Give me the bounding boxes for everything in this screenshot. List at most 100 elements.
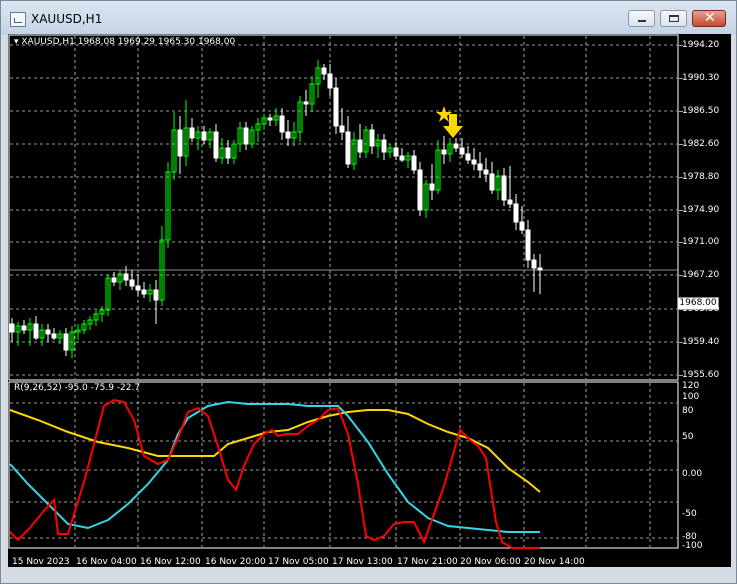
- indicator-axis-label: 0.00: [682, 469, 703, 479]
- time-axis-label: 17 Nov 13:00: [332, 557, 393, 567]
- time-axis-label: 20 Nov 06:00: [460, 557, 521, 567]
- candle-body-43: [267, 117, 273, 121]
- candle-body-52: [321, 67, 327, 75]
- indicator-panel-border: [8, 381, 679, 549]
- time-axis-label: 16 Nov 04:00: [76, 557, 137, 567]
- candle-body-32: [201, 131, 207, 141]
- candle-body-36: [225, 147, 231, 159]
- candle-body-6: [45, 329, 51, 335]
- price-axis-tick: [679, 177, 683, 178]
- main-panel-border: [8, 34, 679, 381]
- price-axis-label: 1967.20: [682, 270, 720, 280]
- time-axis-label: 16 Nov 20:00: [205, 557, 266, 567]
- price-axis-label: 1974.90: [682, 205, 720, 215]
- price-axis-label: 1982.60: [682, 139, 720, 149]
- candle-body-62: [381, 139, 387, 153]
- candle-body-54: [333, 87, 339, 127]
- price-axis-label: 1971.00: [682, 237, 720, 247]
- price-axis-label: 1990.30: [682, 73, 720, 83]
- price-axis-tick: [679, 242, 683, 243]
- candle-body-86: [525, 229, 531, 261]
- red-line: [9, 398, 540, 549]
- candle-body-45: [279, 115, 285, 133]
- close-button[interactable]: ✕: [692, 10, 726, 27]
- candle-body-74: [453, 143, 459, 149]
- candle-body-39: [243, 127, 249, 145]
- minimize-button[interactable]: [628, 10, 655, 27]
- price-axis-label: 1959.40: [682, 337, 720, 347]
- candle-body-60: [369, 129, 375, 147]
- candle-body-75: [459, 147, 465, 155]
- time-axis-label: 20 Nov 14:00: [524, 557, 585, 567]
- price-axis-tick: [679, 210, 683, 211]
- candle-body-46: [285, 131, 291, 139]
- candle-body-83: [507, 199, 513, 205]
- price-scale[interactable]: 1968.00 1994.20 1990.30 1986.50 1982.60 1978…: [677, 34, 731, 567]
- candle-body-67: [411, 155, 417, 171]
- candle-body-72: [441, 149, 447, 155]
- close-icon: ✕: [704, 10, 716, 26]
- price-axis-tick: [679, 309, 683, 310]
- candle-body-34: [213, 131, 219, 159]
- price-axis-tick: [679, 144, 683, 145]
- price-axis-label: 1986.50: [682, 106, 720, 116]
- price-axis-tick: [679, 78, 683, 79]
- candle-body-84: [513, 203, 519, 223]
- price-axis-tick: [679, 45, 683, 46]
- indicator-axis-label: 100: [682, 392, 700, 402]
- candle-body-70: [429, 183, 435, 191]
- indicator-axis-label: -50: [682, 509, 697, 519]
- candle-body-7: [51, 333, 57, 339]
- time-axis-label: 16 Nov 12:00: [140, 557, 201, 567]
- chart-graphics: [8, 34, 679, 549]
- candle-body-80: [489, 173, 495, 191]
- time-axis-label: 17 Nov 05:00: [268, 557, 329, 567]
- time-axis-label: 15 Nov 2023: [12, 557, 70, 567]
- candle-body-55: [339, 125, 345, 133]
- candle-body-77: [471, 159, 477, 165]
- maximize-icon: [669, 15, 679, 22]
- candle-body-17: [111, 277, 117, 283]
- candle-body-49: [303, 101, 309, 105]
- candle-body-76: [465, 153, 471, 161]
- chart-window-icon: [10, 12, 26, 27]
- candle-body-88: [537, 267, 543, 271]
- candle-body-56: [345, 131, 351, 165]
- indicator-axis-label: 80: [682, 406, 694, 416]
- candle-body-0: [9, 323, 15, 333]
- candle-body-24: [153, 289, 159, 301]
- candle-body-9: [63, 333, 69, 351]
- candle-body-85: [519, 221, 525, 231]
- candle-body-30: [189, 127, 195, 139]
- price-axis-tick: [679, 111, 683, 112]
- candle-body-20: [129, 279, 135, 287]
- candle-body-82: [501, 175, 507, 201]
- indicator-info-label: R(9,26,52) -95.0 -75.9 -22.7: [14, 383, 141, 393]
- chart-info-label: ▾ XAUUSD,H1 1968.08 1969.29 1965.30 1968…: [14, 37, 236, 47]
- candle-body-21: [135, 285, 141, 291]
- candle-body-78: [477, 163, 483, 171]
- price-axis-label: 1955.60: [682, 370, 720, 380]
- candle-body-19: [123, 273, 129, 281]
- price-axis-label: 1994.20: [682, 40, 720, 50]
- indicator-axis-label: 120: [682, 381, 700, 391]
- candle-body-53: [327, 73, 333, 89]
- candle-body-28: [177, 129, 183, 157]
- candle-body-58: [357, 139, 363, 153]
- candle-body-64: [393, 147, 399, 157]
- price-axis-tick: [679, 342, 683, 343]
- window-title: XAUUSD,H1: [31, 12, 103, 26]
- title-bar[interactable]: XAUUSD,H1 ✕: [1, 1, 736, 35]
- chart-canvas[interactable]: ▾ XAUUSD,H1 1968.08 1969.29 1965.30 1968…: [8, 34, 679, 567]
- candle-body-4: [33, 323, 39, 339]
- indicator-axis-label: -100: [682, 541, 703, 551]
- price-axis-tick: [679, 275, 683, 276]
- candle-body-65: [399, 155, 405, 161]
- maximize-button[interactable]: [660, 10, 687, 27]
- price-axis-label: 1978.80: [682, 172, 720, 182]
- candle-body-68: [417, 169, 423, 211]
- candle-body-79: [483, 169, 489, 175]
- candle-body-22: [141, 289, 147, 295]
- time-axis-label: 17 Nov 21:00: [397, 557, 458, 567]
- indicator-axis-label: 50: [682, 432, 694, 442]
